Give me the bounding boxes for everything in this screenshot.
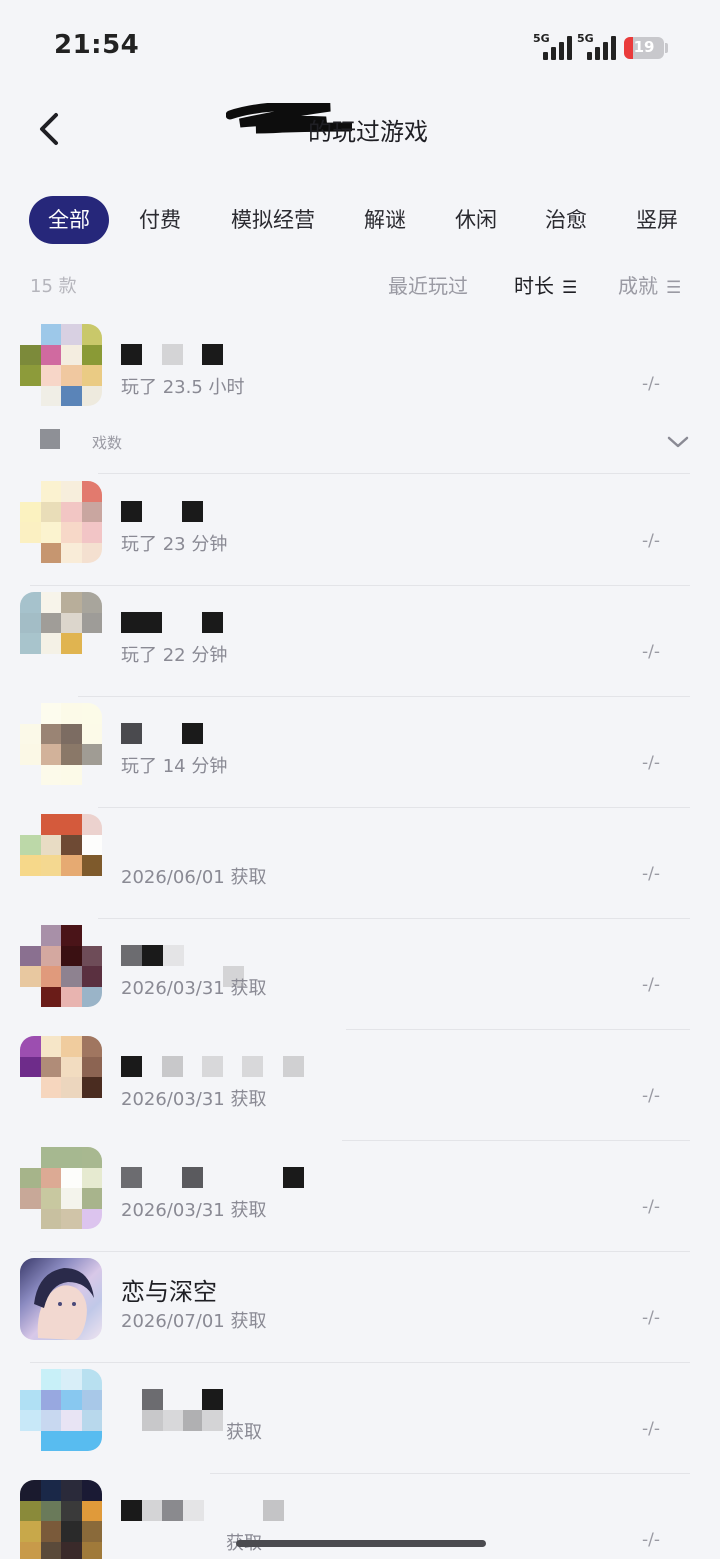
game-cover: [20, 814, 102, 896]
page-title: 的玩过游戏: [308, 118, 428, 146]
acquired-date: 2026/03/31 获取: [121, 1089, 267, 1110]
achievement-score: -/-: [642, 753, 660, 773]
tab-paid[interactable]: 付费: [138, 196, 182, 244]
acquired-date: 2026/07/01 获取: [121, 1311, 267, 1332]
game-cover: [20, 1369, 102, 1451]
list-item[interactable]: 2026/06/01 获取 -/-: [0, 808, 720, 919]
battery-icon: 19: [624, 37, 664, 59]
game-cover: [20, 703, 102, 785]
achievement-score: -/-: [642, 531, 660, 551]
game-cover: [20, 324, 102, 406]
sort-order-icon: ☰: [666, 278, 682, 298]
tab-all[interactable]: 全部: [29, 196, 109, 244]
list-item[interactable]: 玩了 14 分钟 -/-: [0, 697, 720, 808]
list-item[interactable]: 玩了 23.5 小时 -/-: [0, 318, 720, 429]
tab-portrait[interactable]: 竖屏: [634, 196, 680, 244]
play-time: 玩了 23.5 小时: [121, 377, 245, 398]
achievement-score: -/-: [642, 1308, 660, 1328]
achievement-score: -/-: [642, 1086, 660, 1106]
acquired-date: 获取: [226, 1422, 262, 1443]
category-tabs: 全部 付费 模拟经营 解谜 休闲 治愈 竖屏: [28, 196, 720, 246]
status-time: 21:54: [54, 30, 140, 60]
tab-simulation[interactable]: 模拟经营: [228, 196, 318, 244]
play-time: 玩了 23 分钟: [121, 534, 228, 555]
achievement-score: -/-: [642, 1530, 660, 1550]
list-item[interactable]: 恋与深空 2026/07/01 获取 -/-: [0, 1252, 720, 1363]
chevron-down-icon[interactable]: [666, 430, 690, 454]
list-item[interactable]: 2026/03/31 获取 -/-: [0, 919, 720, 1030]
list-item[interactable]: 玩了 23 分钟 -/-: [0, 475, 720, 586]
list-item[interactable]: 获取 -/-: [0, 1363, 720, 1474]
game-cover: [20, 1480, 102, 1559]
network-type-label: 5G: [533, 32, 550, 45]
achievement-score: -/-: [642, 975, 660, 995]
tab-puzzle[interactable]: 解谜: [362, 196, 408, 244]
game-cover: [20, 1258, 102, 1340]
acquired-date: 2026/03/31 获取: [121, 1200, 267, 1221]
expand-label: 戏数: [92, 434, 123, 452]
game-cover: [20, 925, 102, 1007]
game-cover: [20, 1147, 102, 1229]
game-cover: [20, 481, 102, 563]
acquired-date: 2026/06/01 获取: [121, 867, 267, 888]
achievement-score: -/-: [642, 864, 660, 884]
back-icon[interactable]: [34, 108, 74, 152]
achievement-score: -/-: [642, 1419, 660, 1439]
game-cover-art: [34, 1268, 94, 1340]
game-cover: [20, 592, 102, 674]
tab-healing[interactable]: 治愈: [544, 196, 588, 244]
sort-order-icon: ☰: [562, 278, 578, 298]
acquired-date: 2026/03/31 获取: [121, 978, 267, 999]
home-indicator[interactable]: [236, 1540, 486, 1547]
play-time: 玩了 22 分钟: [121, 645, 228, 666]
sort-achievement[interactable]: 成就 ☰: [618, 270, 681, 299]
divider: [98, 473, 690, 474]
sort-duration[interactable]: 时长 ☰: [514, 270, 577, 299]
redacted-icon: [40, 429, 60, 449]
achievement-score: -/-: [642, 1197, 660, 1217]
game-name: 恋与深空: [121, 1278, 217, 1306]
tab-casual[interactable]: 休闲: [454, 196, 498, 244]
game-count: 15 款: [30, 276, 77, 297]
achievement-score: -/-: [642, 374, 660, 394]
sort-recent[interactable]: 最近玩过: [388, 270, 468, 299]
status-bar: 21:54 5G 5G 19: [0, 0, 720, 90]
list-item[interactable]: 2026/03/31 获取 -/-: [0, 1141, 720, 1252]
expand-row[interactable]: 戏数: [0, 422, 720, 474]
achievement-score: -/-: [642, 642, 660, 662]
play-time: 玩了 14 分钟: [121, 756, 228, 777]
game-cover: [20, 1036, 102, 1118]
battery-level: 19: [633, 38, 655, 56]
list-item[interactable]: 2026/03/31 获取 -/-: [0, 1030, 720, 1141]
network-type-label: 5G: [577, 32, 594, 45]
signal-icon: 5G: [533, 32, 577, 60]
signal-icon: 5G: [577, 32, 621, 60]
list-item[interactable]: 玩了 22 分钟 -/-: [0, 586, 720, 697]
